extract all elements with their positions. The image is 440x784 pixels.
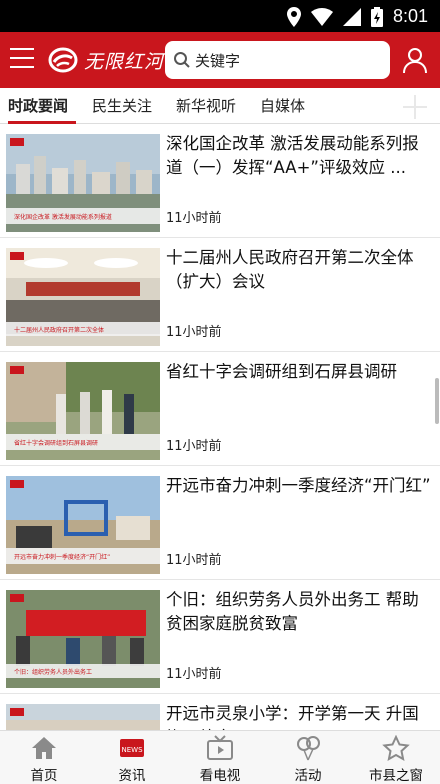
list-item[interactable]: 省红十字会调研组到石屏县调研 省红十字会调研组到石屏县调研 11小时前	[0, 352, 440, 466]
article-time: 11小时前	[166, 667, 222, 682]
category-tabs: 时政要闻 民生关注 新华视听 自媒体	[0, 88, 440, 124]
nav-county-window[interactable]: 市县之窗	[352, 731, 440, 784]
tv-icon	[207, 735, 233, 760]
thumb-caption: 深化国企改革 激活发展动能系列报道	[14, 213, 112, 221]
nav-tv[interactable]: 看电视	[176, 731, 264, 784]
article-thumbnail: 个旧：组织劳务人员外出务工	[6, 590, 160, 688]
bottom-nav: 首页 NEWS 资讯 看电视 活动 市县之窗	[0, 730, 440, 784]
logo-text: 无限红河	[84, 50, 165, 73]
battery-icon	[370, 6, 383, 27]
nav-label: 资讯	[118, 768, 146, 784]
list-item[interactable]: 开远市奋力冲刺一季度经济“开门红” 开远市奋力冲刺一季度经济“开门红” 11小时…	[0, 466, 440, 580]
article-title: 个旧：组织劳务人员外出务工 帮助贫困家庭脱贫致富	[166, 590, 419, 633]
article-time: 11小时前	[166, 439, 222, 454]
nav-label: 活动	[294, 768, 322, 784]
article-thumbnail	[6, 704, 160, 730]
list-item[interactable]: 个旧：组织劳务人员外出务工 个旧：组织劳务人员外出务工 帮助贫困家庭脱贫致富 1…	[0, 580, 440, 694]
tab-politics[interactable]: 时政要闻	[8, 95, 68, 116]
thumb-caption: 省红十字会调研组到石屏县调研	[14, 439, 98, 447]
logo-icon	[48, 47, 78, 73]
app-logo: 无限红河	[48, 44, 164, 76]
balloon-icon	[297, 736, 320, 761]
article-time: 11小时前	[166, 211, 222, 226]
menu-icon[interactable]	[10, 48, 34, 70]
thumb-caption: 十二届州人民政府召开第二次全体	[14, 326, 104, 334]
news-icon: NEWS	[120, 739, 144, 757]
nav-home[interactable]: 首页	[0, 731, 88, 784]
list-item[interactable]: 十二届州人民政府召开第二次全体 十二届州人民政府召开第二次全体（扩大）会议 11…	[0, 238, 440, 352]
thumb-caption: 个旧：组织劳务人员外出务工	[14, 668, 92, 676]
article-title: 深化国企改革 激活发展动能系列报道（一）发挥“AA+”评级效应 ...	[166, 134, 419, 177]
article-time: 11小时前	[166, 553, 222, 568]
list-item[interactable]: 深化国企改革 激活发展动能系列报道 深化国企改革 激活发展动能系列报道（一）发挥…	[0, 124, 440, 238]
article-thumbnail: 十二届州人民政府召开第二次全体	[6, 248, 160, 346]
scrollbar[interactable]	[435, 378, 439, 424]
home-icon	[32, 737, 56, 759]
article-thumbnail: 深化国企改革 激活发展动能系列报道	[6, 134, 160, 232]
user-icon[interactable]	[402, 46, 428, 74]
article-list: 深化国企改革 激活发展动能系列报道 深化国企改革 激活发展动能系列报道（一）发挥…	[0, 124, 440, 730]
search-box[interactable]: 关键字	[165, 41, 390, 79]
app-header: 无限红河 关键字	[0, 32, 440, 88]
article-thumbnail: 省红十字会调研组到石屏县调研	[6, 362, 160, 460]
wifi-icon	[310, 7, 333, 26]
article-title: 开远市灵泉小学：开学第一天 升国旗强德育	[166, 704, 419, 730]
thumb-caption: 开远市奋力冲刺一季度经济“开门红”	[14, 553, 110, 561]
svg-text:NEWS: NEWS	[121, 746, 143, 754]
signal-icon	[342, 7, 361, 26]
article-title: 十二届州人民政府召开第二次全体（扩大）会议	[166, 248, 414, 291]
search-placeholder: 关键字	[195, 51, 241, 70]
star-icon	[382, 735, 410, 761]
list-item[interactable]: 开远市灵泉小学：开学第一天 升国旗强德育	[0, 694, 440, 730]
tab-livelihood[interactable]: 民生关注	[92, 95, 152, 116]
status-bar: 8:01	[0, 0, 440, 32]
nav-activity[interactable]: 活动	[264, 731, 352, 784]
tab-self-media[interactable]: 自媒体	[260, 95, 305, 116]
article-thumbnail: 开远市奋力冲刺一季度经济“开门红”	[6, 476, 160, 574]
nav-news[interactable]: NEWS 资讯	[88, 731, 176, 784]
article-title: 省红十字会调研组到石屏县调研	[166, 362, 397, 381]
nav-label: 市县之窗	[369, 768, 423, 784]
tab-xinhua-av[interactable]: 新华视听	[176, 95, 236, 116]
location-icon	[286, 6, 301, 27]
search-icon	[174, 52, 190, 68]
clock: 8:01	[392, 6, 428, 26]
article-time: 11小时前	[166, 325, 222, 340]
nav-label: 首页	[30, 768, 58, 784]
article-title: 开远市奋力冲刺一季度经济“开门红”	[166, 476, 431, 495]
nav-label: 看电视	[199, 768, 241, 784]
add-tab-icon[interactable]	[402, 94, 428, 120]
